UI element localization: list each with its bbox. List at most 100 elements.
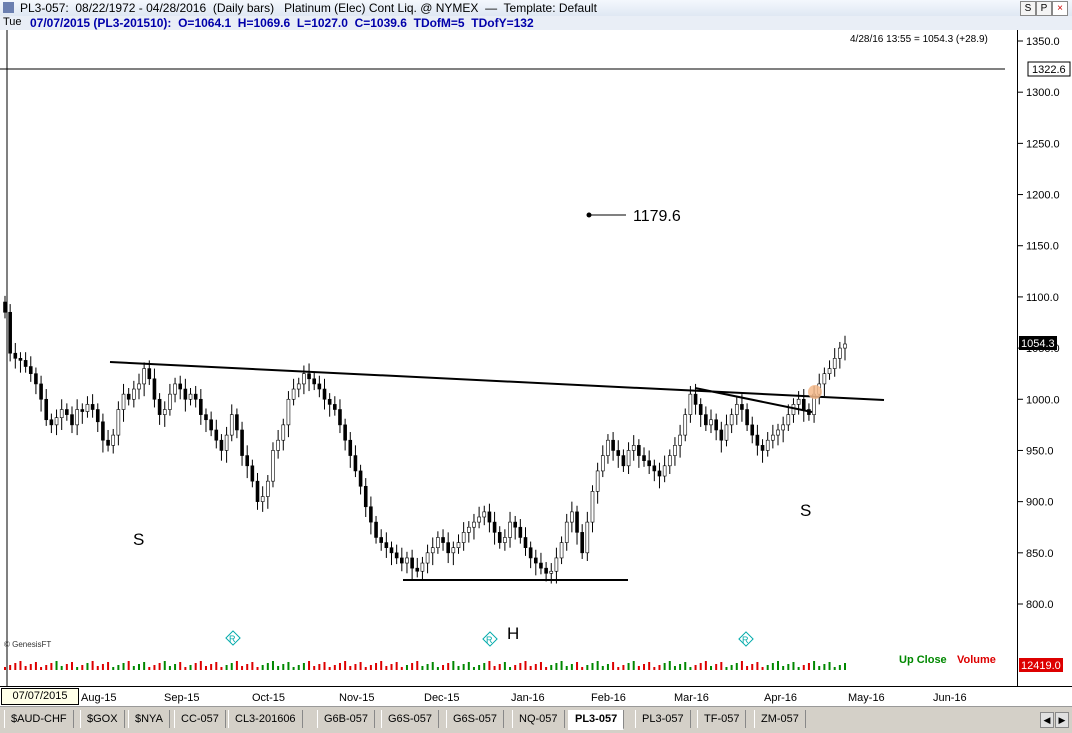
volume-bar [277,666,280,670]
candle-body [714,419,718,431]
candle-body [410,557,414,569]
tab-scroll-left-icon[interactable]: ◀ [1040,712,1054,728]
volume-bar [668,661,671,670]
symbol-tab[interactable]: NQ-057 [512,710,565,728]
candle-body [121,393,126,410]
candle-body [240,429,244,456]
candle-body [647,460,651,467]
volume-bar [153,665,156,670]
candle-body [595,470,600,492]
candle-body [461,532,466,543]
close-button[interactable]: × [1052,1,1068,16]
s-button[interactable]: S [1020,1,1036,16]
candle-body [235,414,239,431]
symbol-tab-bar: ◀ ▶ $AUD-CHF $GOX $NYA CC-057 CL3-201606 G6B-… [0,706,1072,733]
symbol-tab[interactable]: $AUD-CHF [4,710,74,728]
candle-body [446,542,450,554]
candle-body [199,398,203,415]
volume-bar [632,661,635,670]
volume-bar [442,665,445,670]
candle-body [178,383,183,390]
candle-body [508,521,512,538]
volume-bar [534,664,537,670]
symbol-tab[interactable]: PL3-057 [568,710,625,730]
rollover-label-3: R [742,635,749,645]
volume-bar [416,661,419,670]
candle-body [394,552,399,559]
symbol-tab[interactable]: $GOX [80,710,125,728]
candle-body [441,537,445,543]
symbol-tab[interactable]: CL3-201606 [228,710,303,728]
tab-scroll-right-icon[interactable]: ▶ [1055,712,1069,728]
volume-bar [751,664,754,670]
volume-bar [720,662,723,670]
rollover-marker-3[interactable]: R [738,631,754,647]
volume-bar [292,667,295,670]
symbol-tab[interactable]: G6S-057 [381,710,440,728]
candle-body [44,398,49,421]
candle-body [755,434,760,446]
neckline-trendline[interactable] [109,361,885,401]
candle-body [801,398,806,410]
candle-body [631,445,636,451]
candle-body [23,360,28,367]
volume-bar [581,667,584,670]
rollover-marker-2[interactable]: R [482,631,498,647]
symbol-tab[interactable]: ZM-057 [754,710,806,728]
breakout-marker[interactable] [808,385,822,399]
candle-body [734,404,739,415]
volume-bar [143,662,146,670]
volume-bar [405,665,408,670]
volume-bar [199,661,202,670]
candle-body [296,383,301,390]
symbol-tab[interactable]: PL3-057 [635,710,691,728]
date-label: Aug-15 [81,692,116,704]
volume-bar [452,661,455,670]
p-button[interactable]: P [1036,1,1052,16]
candle-body [276,439,280,451]
volume-bar [740,661,743,670]
candle-body [781,424,785,431]
volume-bar [565,666,568,670]
volume-bar [792,662,795,670]
date-axis[interactable]: 07/07/2015 Aug-15 Sep-15 Oct-15 Nov-15 Dec-1… [0,686,1072,707]
symbol-tab[interactable]: CC-057 [174,710,226,728]
volume-bar [45,665,48,670]
candle-body [683,414,688,436]
candle-body [157,398,162,415]
candle-body [188,393,193,400]
candle-body [740,404,744,410]
candle-body [765,439,770,451]
candle-body [173,383,177,395]
candle-body [291,388,296,400]
symbol-tab[interactable]: TF-057 [697,710,747,728]
chart-svg: 1179.6 S H S R R R © GenesisFT Up Close … [0,30,1005,686]
legend-volume: Volume [957,654,996,666]
candle-body [482,511,487,518]
volume-bar [60,666,63,670]
volume-bar [756,662,759,670]
volume-bar [493,666,496,670]
candle-body [791,404,796,415]
shoulder-trendline[interactable] [694,387,813,413]
candle-body [137,383,141,390]
candle-body [554,557,559,572]
volume-bar [375,663,378,670]
volume-bar [24,666,27,670]
volume-bar [230,663,233,670]
price-axis[interactable]: 1350.01300.01250.01200.01150.01100.01050… [1017,30,1072,686]
candle-body [353,455,358,472]
candle-body [260,496,265,502]
candle-body [776,429,780,436]
price-chart[interactable]: 1179.6 S H S R R R © GenesisFT Up Close … [0,30,1072,686]
symbol-tab[interactable]: G6S-057 [446,710,505,728]
symbol-tab[interactable]: $NYA [128,710,170,728]
rollover-marker-1[interactable]: R [225,630,241,646]
date-label: Apr-16 [764,692,797,704]
candle-body [590,491,595,523]
volume-bar [364,667,367,670]
candle-body [374,521,378,538]
symbol-tab[interactable]: G6B-057 [317,710,376,728]
volume-bar [256,667,259,670]
volume-bar [802,665,805,670]
